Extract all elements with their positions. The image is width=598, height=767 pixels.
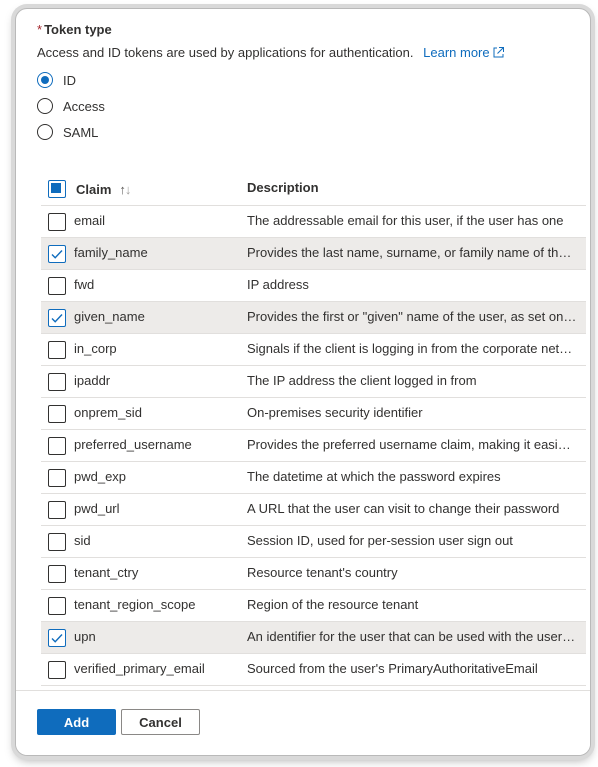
claim-name: given_name [74, 309, 145, 324]
claim-name: tenant_region_scope [74, 597, 196, 612]
claim-description: Sourced from the user's PrimaryAuthorita… [247, 661, 538, 676]
table-row[interactable]: fwd IP address [41, 270, 586, 302]
claim-description: A URL that the user can visit to change … [247, 501, 560, 516]
claim-name: pwd_url [74, 501, 120, 516]
checkbox[interactable] [48, 565, 66, 583]
claim-description: Provides the preferred username claim, m… [247, 437, 577, 452]
claim-name: onprem_sid [74, 405, 142, 420]
checkbox[interactable] [48, 533, 66, 551]
claim-name: sid [74, 533, 91, 548]
checkmark-icon [51, 634, 63, 643]
claim-name: pwd_exp [74, 469, 127, 484]
radio-button[interactable] [37, 124, 53, 140]
claim-description: An identifier for the user that can be u… [247, 629, 577, 644]
checkbox-checked[interactable] [48, 245, 66, 263]
claim-name: upn [74, 629, 96, 644]
checkbox[interactable] [48, 341, 66, 359]
claim-description: On-premises security identifier [247, 405, 423, 420]
token-type-label: * Token type [37, 22, 112, 37]
table-body: email The addressable email for this user… [41, 206, 586, 718]
claims-table: Claim ↑↓ Description email The addressabl… [41, 171, 586, 718]
table-row[interactable]: pwd_exp The datetime at which the passwor… [41, 462, 586, 494]
cancel-button[interactable]: Cancel [121, 709, 200, 735]
add-optional-claim-panel: * Token type Access and ID tokens are use… [15, 8, 591, 756]
sort-ascending-icon[interactable]: ↑↓ [119, 182, 131, 197]
required-marker: * [37, 22, 43, 37]
external-link-icon [493, 47, 504, 58]
checkbox[interactable] [48, 469, 66, 487]
claim-description: Provides the last name, surname, or fami… [247, 245, 577, 260]
claim-description: Provides the first or "given" name of th… [247, 309, 577, 324]
claim-description: Region of the resource tenant [247, 597, 419, 612]
claim-description: IP address [247, 277, 309, 292]
checkbox[interactable] [48, 373, 66, 391]
table-header: Claim ↑↓ Description [41, 171, 586, 206]
claim-name: family_name [74, 245, 148, 260]
claim-name: verified_primary_email [74, 661, 205, 676]
panel-footer: Add Cancel [16, 690, 590, 755]
learn-more-link[interactable]: Learn more [423, 45, 504, 60]
table-row[interactable]: preferred_username Provides the preferred… [41, 430, 586, 462]
select-all-checkbox[interactable] [48, 180, 66, 198]
token-type-description: Access and ID tokens are used by applica… [37, 45, 505, 60]
radio-button[interactable] [37, 98, 53, 114]
checkmark-icon [51, 250, 63, 259]
checkbox[interactable] [48, 501, 66, 519]
checkmark-icon [51, 314, 63, 323]
claim-column-label: Claim [76, 181, 112, 197]
token-type-title: Token type [44, 22, 112, 37]
radio-label: Access [63, 98, 105, 114]
claim-description: The datetime at which the password expir… [247, 469, 501, 484]
radio-saml[interactable]: SAML [37, 122, 98, 142]
table-row[interactable]: family_name Provides the last name, surna… [41, 238, 586, 270]
claim-name: tenant_ctry [74, 565, 139, 580]
table-row[interactable]: tenant_region_scope Region of the resourc… [41, 590, 586, 622]
checkbox[interactable] [48, 405, 66, 423]
table-row[interactable]: sid Session ID, used for per-session user… [41, 526, 586, 558]
checkbox-checked[interactable] [48, 629, 66, 647]
checkbox[interactable] [48, 661, 66, 679]
table-row[interactable]: verified_primary_email Sourced from the u… [41, 654, 586, 686]
claim-name: in_corp [74, 341, 117, 356]
checkbox[interactable] [48, 437, 66, 455]
claim-name: email [74, 213, 106, 228]
radio-label: SAML [63, 124, 99, 140]
claim-name: fwd [74, 277, 95, 292]
table-row[interactable]: pwd_url A URL that the user can visit to … [41, 494, 586, 526]
radio-access[interactable]: Access [37, 96, 105, 116]
claim-description: The addressable email for this user, if … [247, 213, 564, 228]
checkbox[interactable] [48, 277, 66, 295]
table-row[interactable]: given_name Provides the first or "given" … [41, 302, 586, 334]
radio-button-selected[interactable] [37, 72, 53, 88]
checkbox-checked[interactable] [48, 309, 66, 327]
checkbox[interactable] [48, 213, 66, 231]
claim-column-header[interactable]: Claim ↑↓ [48, 180, 131, 198]
radio-label: ID [63, 72, 76, 88]
description-column-header: Description [247, 180, 319, 195]
table-row[interactable]: tenant_ctry Resource tenant's country [41, 558, 586, 590]
radio-id[interactable]: ID [37, 70, 76, 90]
claim-description: Signals if the client is logging in from… [247, 341, 577, 356]
learn-more-label: Learn more [423, 45, 490, 60]
table-row[interactable]: email The addressable email for this user… [41, 206, 586, 238]
claim-name: preferred_username [74, 437, 192, 452]
table-row[interactable]: upn An identifier for the user that can b… [41, 622, 586, 654]
claim-name: ipaddr [74, 373, 111, 388]
claim-description: The IP address the client logged in from [247, 373, 477, 388]
token-type-description-text: Access and ID tokens are used by applica… [37, 45, 414, 60]
table-row[interactable]: in_corp Signals if the client is logging … [41, 334, 586, 366]
table-row[interactable]: onprem_sid On-premises security identifie… [41, 398, 586, 430]
add-button[interactable]: Add [37, 709, 116, 735]
claim-description: Resource tenant's country [247, 565, 398, 580]
checkbox[interactable] [48, 597, 66, 615]
claim-description: Session ID, used for per-session user si… [247, 533, 513, 548]
table-row[interactable]: ipaddr The IP address the client logged i… [41, 366, 586, 398]
